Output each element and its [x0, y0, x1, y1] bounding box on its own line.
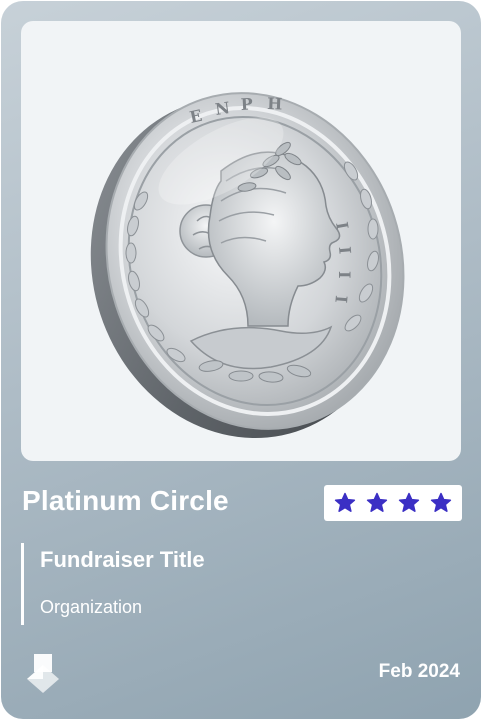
star-icon: [334, 492, 356, 512]
fundraiser-title: Fundraiser Title: [40, 547, 205, 572]
date-label: Feb 2024: [378, 661, 460, 682]
coin-image: E N P H I I I I: [21, 21, 461, 461]
brand-logo-icon: [27, 654, 59, 693]
star-icon: [430, 492, 452, 512]
star-icon: [366, 492, 388, 512]
svg-text:P: P: [240, 94, 253, 114]
star-rating: [324, 485, 462, 521]
svg-text:N: N: [214, 98, 231, 119]
svg-text:H: H: [267, 94, 283, 114]
svg-text:I: I: [335, 271, 354, 278]
coin-illustration: E N P H I I I I: [90, 92, 405, 439]
fundraiser-details: Fundraiser Title Organization: [21, 543, 421, 625]
organization-name: Organization: [40, 597, 143, 617]
tier-title: Platinum Circle: [22, 485, 229, 516]
star-icon: [398, 492, 420, 512]
membership-card[interactable]: E N P H I I I I Platinum Circle Fundrais…: [1, 1, 481, 719]
